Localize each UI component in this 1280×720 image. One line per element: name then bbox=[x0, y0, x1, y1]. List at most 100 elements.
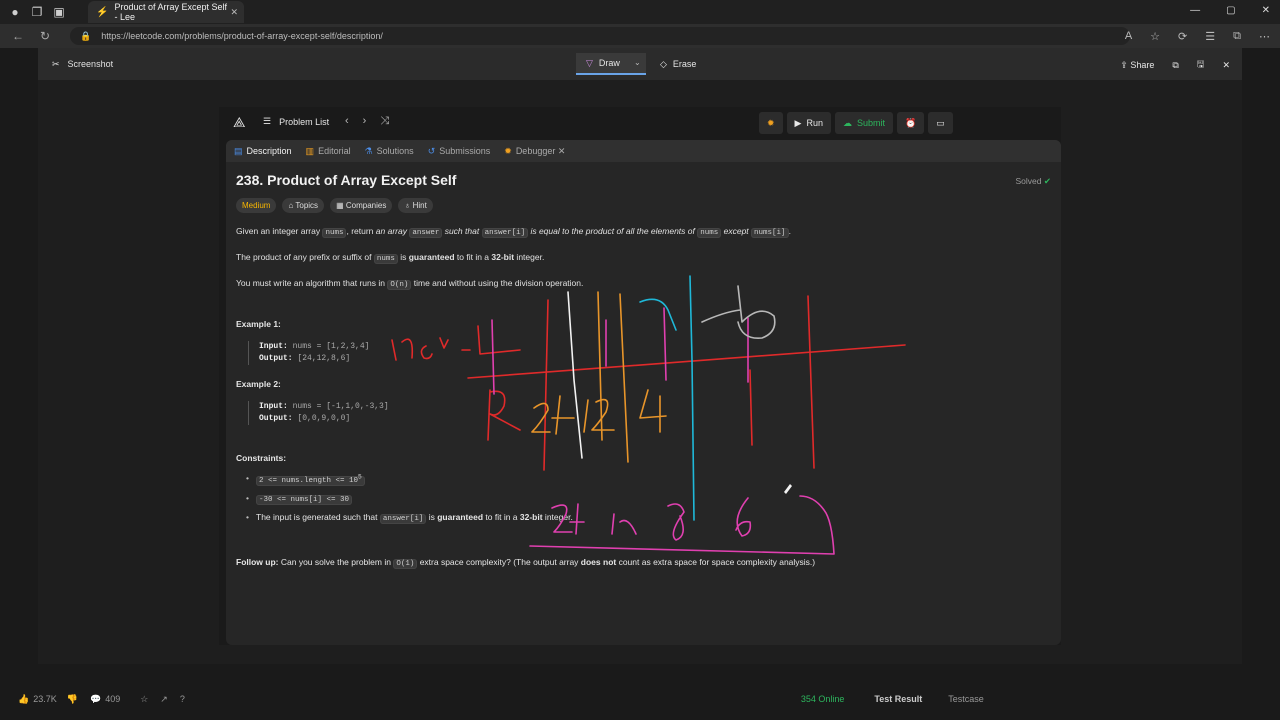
description-icon: ▤ bbox=[234, 145, 243, 156]
draw-pen-icon: ▽ bbox=[586, 57, 593, 68]
profile-icon[interactable]: ● bbox=[8, 5, 22, 19]
close-window-icon[interactable]: ✕ bbox=[1262, 5, 1270, 16]
like-icon[interactable]: 👍 bbox=[18, 694, 29, 705]
tag-icon: ⌂ bbox=[288, 201, 294, 210]
likes-count: 23.7K bbox=[33, 694, 57, 704]
read-aloud-icon[interactable]: A bbox=[1125, 30, 1132, 43]
play-icon: ▶ bbox=[794, 117, 802, 128]
problem-nav: ‹ › ⤨ bbox=[345, 115, 389, 128]
lock-icon: 🔒 bbox=[80, 30, 92, 41]
screenshot-icon: ✂ bbox=[52, 58, 60, 69]
favorites-icon[interactable]: ☰ bbox=[1205, 30, 1215, 43]
browser-tab[interactable]: ⚡ Product of Array Except Self - Lee ✕ bbox=[88, 1, 244, 23]
submit-button[interactable]: ☁ Submit bbox=[835, 112, 894, 134]
lightbulb-icon: ♁ bbox=[404, 201, 411, 210]
constraints-header: Constraints: bbox=[236, 453, 287, 463]
extensions-icon[interactable]: ⟳ bbox=[1178, 30, 1187, 43]
next-problem-icon[interactable]: › bbox=[363, 115, 367, 128]
constraint-item: The input is generated such that answer[… bbox=[246, 512, 1051, 524]
leetcode-logo-icon[interactable]: ⟁ bbox=[233, 114, 246, 131]
comment-icon[interactable]: 💬 bbox=[90, 694, 101, 705]
erase-button[interactable]: ◇ Erase bbox=[660, 53, 696, 75]
browser-tab-title: Product of Array Except Self - Lee bbox=[114, 2, 228, 22]
description-para-3: You must write an algorithm that runs in… bbox=[236, 278, 584, 290]
close-overlay-icon[interactable]: ✕ bbox=[1222, 60, 1230, 71]
minimize-icon[interactable]: — bbox=[1190, 5, 1200, 16]
prev-problem-icon[interactable]: ‹ bbox=[345, 115, 349, 128]
dislike-icon[interactable]: 👎 bbox=[67, 694, 78, 705]
share-button[interactable]: ⇪ Share bbox=[1120, 60, 1154, 71]
timer-icon[interactable]: ⏰ bbox=[897, 112, 925, 134]
solutions-icon: ⚗ bbox=[364, 145, 373, 156]
debug-icon[interactable]: ✹ bbox=[759, 112, 783, 134]
tab-actions-icon[interactable]: ▣ bbox=[52, 5, 66, 19]
hint-chip[interactable]: ♁ Hint bbox=[398, 198, 433, 213]
description-para-1: Given an integer array nums, return an a… bbox=[236, 226, 791, 238]
topics-chip[interactable]: ⌂ Topics bbox=[282, 198, 325, 213]
comments-count: 409 bbox=[105, 694, 121, 704]
share-icon: ⇪ bbox=[1120, 59, 1128, 70]
leetcode-favicon-icon: ⚡ bbox=[96, 6, 109, 18]
tab-editorial[interactable]: ▥ Editorial bbox=[306, 146, 351, 157]
url-text: https://leetcode.com/problems/product-of… bbox=[101, 31, 383, 41]
screenshot-title: ✂ Screenshot bbox=[52, 58, 114, 70]
tab-submissions[interactable]: ↺ Submissions bbox=[428, 146, 491, 157]
captured-leetcode: ⟁ ☰ Problem List ‹ › ⤨ ✹ ▶ Run ☁ Submit … bbox=[219, 107, 1061, 645]
list-icon: ☰ bbox=[263, 116, 272, 126]
panel-tabs: ▤ Description ▥ Editorial ⚗ Solutions ↺ Subm… bbox=[226, 140, 1061, 162]
constraint-item: 2 <= nums.length <= 105 bbox=[246, 473, 1051, 486]
leetcode-top-bar: ⟁ ☰ Problem List ‹ › ⤨ ✹ ▶ Run ☁ Submit … bbox=[219, 107, 1061, 138]
browser-toolbar-icons: A ☆ ⟳ ☰ ⧉ ⋯ bbox=[1125, 30, 1270, 43]
example-2-header: Example 2: bbox=[236, 379, 281, 389]
test-result-tab[interactable]: Test Result bbox=[874, 694, 922, 704]
debugger-icon: ✹ bbox=[504, 145, 512, 156]
companies-chip[interactable]: ▦ Companies bbox=[330, 198, 393, 213]
save-icon[interactable]: 🖫 bbox=[1197, 57, 1205, 73]
window-controls: — ▢ ✕ bbox=[1190, 5, 1270, 16]
address-bar-row: ← ↻ 🔒 https://leetcode.com/problems/prod… bbox=[0, 24, 1280, 48]
check-circle-icon: ✔ bbox=[1043, 176, 1051, 186]
run-button[interactable]: ▶ Run bbox=[786, 112, 831, 134]
problem-title[interactable]: 238. Product of Array Except Self bbox=[236, 172, 1051, 188]
testcase-tab[interactable]: Testcase bbox=[948, 694, 984, 704]
building-icon: ▦ bbox=[336, 201, 344, 210]
back-icon[interactable]: ← bbox=[12, 29, 28, 43]
upload-cloud-icon: ☁ bbox=[843, 117, 852, 128]
problem-chips: Medium ⌂ Topics ▦ Companies ♁ Hint bbox=[236, 198, 1051, 213]
workspaces-icon[interactable]: ❐ bbox=[30, 5, 44, 19]
copy-icon[interactable]: ⧉ bbox=[1172, 60, 1178, 71]
submissions-icon: ↺ bbox=[427, 145, 436, 156]
share-page-icon[interactable]: ↗ bbox=[160, 694, 168, 705]
close-debugger-icon[interactable]: ✕ bbox=[558, 146, 566, 156]
problem-list-button[interactable]: ☰ Problem List bbox=[263, 116, 329, 127]
favorite-star-icon[interactable]: ☆ bbox=[1150, 30, 1160, 43]
run-controls: ✹ ▶ Run ☁ Submit ⏰ ▭ bbox=[759, 112, 953, 134]
notes-icon[interactable]: ▭ bbox=[928, 112, 953, 134]
description-panel: ▤ Description ▥ Editorial ⚗ Solutions ↺ Subm… bbox=[226, 140, 1061, 645]
close-tab-icon[interactable]: ✕ bbox=[230, 7, 238, 18]
example-2-block: Input: nums = [-1,1,0,-3,3] Output: [0,0… bbox=[248, 401, 1051, 425]
tab-description[interactable]: ▤ Description bbox=[234, 146, 292, 157]
url-field[interactable]: 🔒 https://leetcode.com/problems/product-… bbox=[70, 27, 1130, 45]
help-icon[interactable]: ? bbox=[180, 694, 185, 704]
random-problem-icon[interactable]: ⤨ bbox=[380, 115, 389, 128]
tab-debugger[interactable]: ✹ Debugger ✕ bbox=[504, 146, 565, 157]
example-1-block: Input: nums = [1,2,3,4] Output: [24,12,8… bbox=[248, 341, 1051, 365]
description-para-2: The product of any prefix or suffix of n… bbox=[236, 252, 545, 264]
problem-content: 238. Product of Array Except Self Solved… bbox=[236, 172, 1051, 569]
tab-solutions[interactable]: ⚗ Solutions bbox=[365, 146, 414, 157]
screenshot-toolbar: ✂ Screenshot ▽ Draw ⌄ ◇ Erase ⇪ Share ⧉ … bbox=[38, 48, 1242, 80]
difficulty-badge: Medium bbox=[236, 198, 277, 213]
example-1-header: Example 1: bbox=[236, 319, 281, 329]
eraser-icon: ◇ bbox=[660, 58, 667, 69]
chevron-down-icon[interactable]: ⌄ bbox=[634, 58, 641, 67]
maximize-icon[interactable]: ▢ bbox=[1226, 5, 1235, 16]
star-icon[interactable]: ☆ bbox=[140, 694, 148, 705]
collections-icon[interactable]: ⧉ bbox=[1233, 30, 1241, 43]
constraints-list: 2 <= nums.length <= 105 -30 <= nums[i] <… bbox=[246, 473, 1051, 524]
browser-tab-bar: ● ❐ ▣ ⚡ Product of Array Except Self - L… bbox=[0, 0, 1280, 24]
refresh-icon[interactable]: ↻ bbox=[40, 29, 56, 43]
settings-menu-icon[interactable]: ⋯ bbox=[1259, 30, 1270, 43]
constraint-item: -30 <= nums[i] <= 30 bbox=[246, 493, 1051, 505]
editorial-icon: ▥ bbox=[305, 145, 315, 156]
